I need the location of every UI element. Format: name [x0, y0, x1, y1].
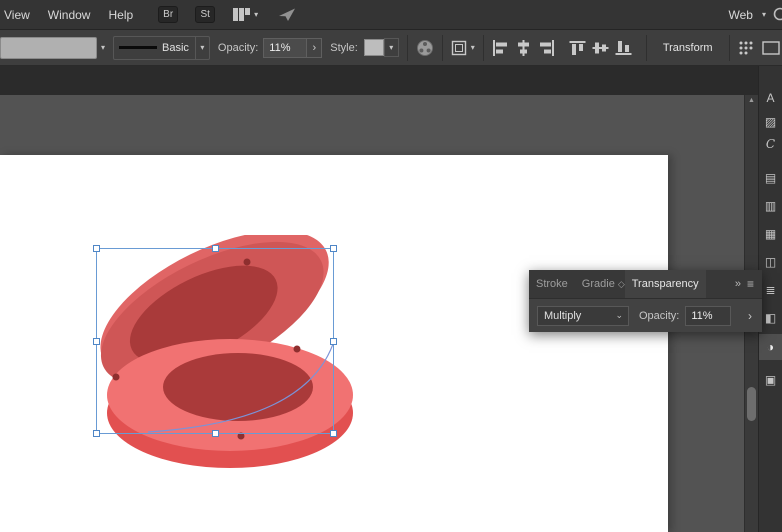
artboards-panel-icon[interactable]: ◫	[759, 250, 782, 274]
selection-handle[interactable]	[212, 245, 219, 252]
vertical-align-bottom-icon[interactable]	[615, 40, 632, 56]
recolor-artwork-icon[interactable]	[416, 39, 434, 57]
workspace-switcher[interactable]: Web ▾	[729, 8, 772, 22]
chevron-down-icon: ▾	[761, 10, 766, 19]
transform-link[interactable]: Transform	[663, 42, 713, 54]
chevron-down-icon[interactable]: ▾	[471, 43, 475, 52]
tab-gradient[interactable]: Gradie	[575, 270, 622, 298]
chevron-down-icon[interactable]: ▾	[101, 43, 105, 52]
character-panel-icon[interactable]: A	[759, 86, 782, 110]
selection-bounding-box[interactable]	[93, 245, 337, 437]
panel-body: Multiply ⌄ Opacity: ›	[529, 299, 762, 332]
panel-header: Stroke Gradie ◇ Transparency » ≡	[529, 270, 762, 299]
fill-appearance-swatch[interactable]	[0, 36, 97, 59]
stock-button[interactable]: St	[195, 6, 216, 23]
control-bar: ▾ Basic ▾ Opacity: › Style: ▾ ▾	[0, 30, 782, 66]
arrange-documents-icon[interactable]: ▾	[233, 8, 258, 21]
symbols-panel-icon[interactable]: ▦	[759, 222, 782, 246]
isolate-object-icon[interactable]	[738, 40, 754, 56]
horizontal-align-right-icon[interactable]	[538, 39, 555, 56]
shape-options-icon[interactable]	[761, 40, 780, 56]
selection-handle[interactable]	[212, 430, 219, 437]
graphic-styles-panel-icon[interactable]: ▤	[759, 166, 782, 190]
selection-handle[interactable]	[93, 430, 100, 437]
tab-stroke[interactable]: Stroke	[529, 270, 575, 298]
menu-item-help[interactable]: Help	[99, 8, 142, 22]
selection-handle[interactable]	[93, 245, 100, 252]
tab-transparency[interactable]: Transparency	[624, 270, 706, 298]
search-icon[interactable]	[772, 6, 782, 24]
links-panel-icon[interactable]: ▣	[759, 368, 782, 392]
menubar: View Window Help Br St ▾ Web ▾	[0, 0, 782, 30]
horizontal-align-center-icon[interactable]	[515, 39, 532, 56]
opacity-input[interactable]	[263, 37, 308, 58]
transparency-panel: Stroke Gradie ◇ Transparency » ≡ Multipl…	[529, 270, 762, 332]
collapse-panel-icon[interactable]: »	[729, 278, 747, 290]
divider	[406, 34, 408, 61]
blend-mode-select[interactable]: Multiply ⌄	[537, 305, 629, 326]
divider	[728, 34, 730, 61]
panel-opacity-options-icon[interactable]: ›	[746, 309, 754, 323]
stroke-style-dropdown[interactable]: Basic ▾	[113, 35, 210, 60]
selection-handle[interactable]	[330, 430, 337, 437]
gradient-tab-icon: ◇	[617, 278, 625, 289]
horizontal-align-left-icon[interactable]	[492, 39, 509, 56]
gradient-panel-icon[interactable]: ◧	[759, 306, 782, 330]
share-icon[interactable]	[278, 7, 296, 22]
selection-handle[interactable]	[93, 338, 100, 345]
layers-panel-icon[interactable]: ≣	[759, 278, 782, 302]
transparency-panel-icon[interactable]: ◑	[759, 334, 782, 360]
chevron-down-icon[interactable]: ▾	[194, 36, 209, 59]
selection-handle[interactable]	[330, 338, 337, 345]
scroll-up-icon[interactable]: ▲	[745, 97, 758, 104]
divider	[482, 34, 484, 61]
divider	[645, 34, 647, 61]
stroke-preview	[119, 46, 158, 49]
canvas-top-strip	[0, 66, 758, 95]
document-setup-icon[interactable]	[451, 40, 467, 56]
color-panel-icon[interactable]: C	[759, 132, 782, 156]
menu-item-window[interactable]: Window	[39, 8, 100, 22]
vertical-align-top-icon[interactable]	[569, 40, 586, 56]
vertical-align-center-icon[interactable]	[592, 40, 609, 56]
brushes-panel-icon[interactable]: ▥	[759, 194, 782, 218]
opacity-options-button[interactable]: ›	[307, 37, 323, 58]
graphic-style-swatch[interactable]	[363, 39, 384, 56]
selection-handle[interactable]	[330, 245, 337, 252]
style-label: Style:	[330, 41, 358, 54]
panel-opacity-input[interactable]	[685, 305, 732, 326]
blend-mode-value: Multiply	[544, 309, 582, 322]
panel-opacity-label: Opacity:	[639, 309, 680, 322]
workspace-label: Web	[728, 7, 753, 22]
bridge-button[interactable]: Br	[158, 6, 179, 23]
scrollbar-thumb[interactable]	[747, 387, 756, 421]
chevron-down-icon: ⌄	[615, 310, 623, 320]
panel-menu-icon[interactable]: ≡	[747, 277, 762, 291]
menu-item-view[interactable]: View	[0, 8, 39, 22]
opacity-label: Opacity:	[217, 41, 259, 54]
chevron-down-icon: ▾	[254, 10, 259, 19]
chevron-down-icon[interactable]: ▾	[383, 38, 399, 57]
stroke-style-label: Basic	[162, 41, 189, 54]
swatches-panel-icon[interactable]: ▨	[759, 110, 782, 134]
divider	[441, 34, 443, 61]
